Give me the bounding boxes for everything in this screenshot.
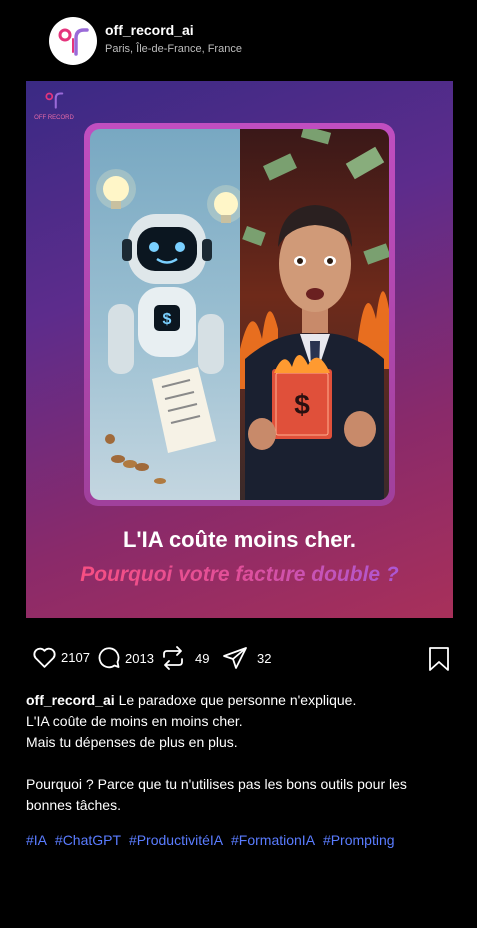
like-action[interactable]: 2107 xyxy=(32,646,90,669)
businessman-illustration: $ xyxy=(240,129,389,500)
comment-action[interactable]: 2013 xyxy=(97,646,154,670)
caption-line-4: Pourquoi ? Parce que tu n'utilises pas l… xyxy=(26,776,407,813)
post-header: off_record_ai Paris, Île-de-France, Fran… xyxy=(0,0,477,80)
comment-count: 2013 xyxy=(125,650,154,666)
share-count: 32 xyxy=(257,650,272,666)
caption-username[interactable]: off_record_ai xyxy=(26,692,115,708)
robot-illustration: $ xyxy=(96,169,245,484)
caption-line-3: Mais tu dépenses de plus en plus. xyxy=(26,734,238,750)
hashtag-link[interactable]: #ChatGPT xyxy=(55,832,121,848)
comment-icon[interactable] xyxy=(97,646,121,670)
share-action[interactable]: 32 xyxy=(222,646,271,670)
svg-text:$: $ xyxy=(294,389,310,420)
caption-line-2: L'IA coûte de moins en moins cher. xyxy=(26,713,243,729)
off-record-logo-icon xyxy=(58,28,89,56)
heart-icon[interactable] xyxy=(32,646,57,669)
image-subline: Pourquoi votre facture double ? xyxy=(26,563,453,587)
hashtag-list: #IA #ChatGPT #ProductivitéIA #FormationI… xyxy=(26,832,399,848)
repost-action[interactable]: 49 xyxy=(160,646,209,670)
brand-mark: OFF RECORD xyxy=(34,91,74,121)
image-headline: L'IA coûte moins cher. xyxy=(122,527,357,552)
bookmark-action[interactable] xyxy=(428,646,450,672)
illustration-frame: $ $ xyxy=(84,123,395,506)
action-bar: 2107 2013 49 32 xyxy=(0,640,477,680)
hashtag-link[interactable]: #ProductivitéIA xyxy=(129,832,223,848)
repost-count: 49 xyxy=(195,650,210,666)
repost-icon[interactable] xyxy=(160,646,186,670)
hashtag-link[interactable]: #IA xyxy=(26,832,47,848)
username[interactable]: off_record_ai xyxy=(105,22,194,38)
brand-logo-icon xyxy=(45,92,64,109)
avatar[interactable] xyxy=(49,17,97,65)
svg-text:$: $ xyxy=(163,311,172,328)
brand-text: OFF RECORD xyxy=(34,115,74,121)
robot-panel: $ xyxy=(90,129,245,500)
share-icon[interactable] xyxy=(222,646,248,670)
businessman-panel: $ xyxy=(240,129,389,500)
illustration: $ $ xyxy=(90,129,389,500)
bookmark-icon[interactable] xyxy=(428,646,450,672)
like-count: 2107 xyxy=(61,650,90,665)
post-caption: off_record_ai Le paradoxe que personne n… xyxy=(26,690,456,816)
hashtag-link[interactable]: #FormationIA xyxy=(231,832,315,848)
post-image[interactable]: OFF RECORD $ $ L'IA coûte moins cher. Po… xyxy=(26,81,453,618)
location[interactable]: Paris, Île-de-France, France xyxy=(105,43,242,55)
hashtag-link[interactable]: #Prompting xyxy=(323,832,395,848)
caption-line-1: Le paradoxe que personne n'explique. xyxy=(118,692,357,708)
